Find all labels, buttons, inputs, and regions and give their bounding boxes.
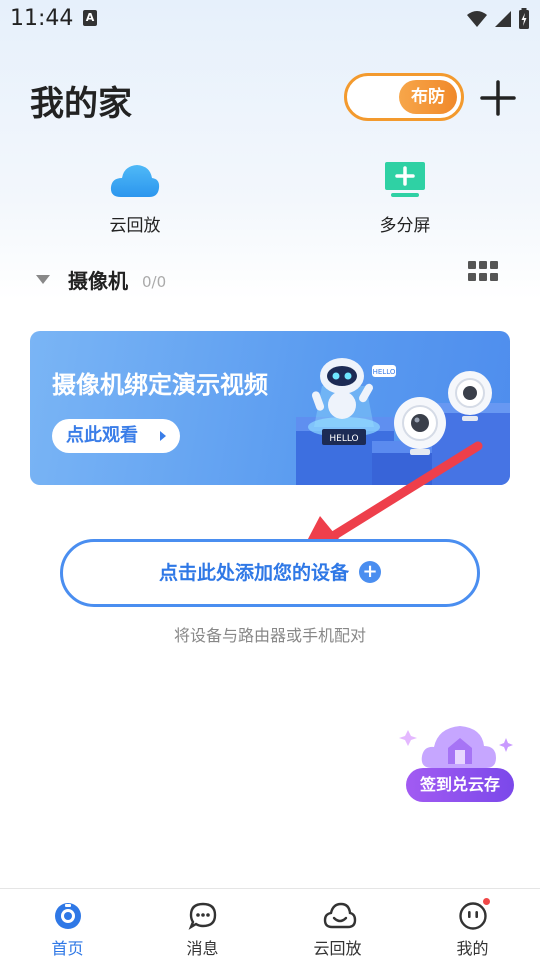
nav-home[interactable]: 首页 xyxy=(0,889,135,960)
page-title: 我的家 xyxy=(30,84,132,124)
arm-toggle[interactable]: 布防 xyxy=(344,73,464,121)
arm-toggle-label: 布防 xyxy=(399,80,457,114)
pairing-hint: 将设备与路由器或手机配对 xyxy=(173,626,366,645)
nav-home-label: 首页 xyxy=(51,939,84,958)
camera-group-title: 摄像机 xyxy=(68,269,128,293)
multi-screen-icon xyxy=(375,155,435,205)
home-icon xyxy=(53,901,83,931)
message-icon xyxy=(188,901,218,931)
watch-now-label: 点此观看 xyxy=(66,425,138,446)
nav-messages-label: 消息 xyxy=(186,939,219,958)
checkin-cloud-badge[interactable]: 签到兑云存 xyxy=(398,712,522,808)
nav-cloud-playback-label: 云回放 xyxy=(313,939,362,958)
battery-icon xyxy=(519,8,529,29)
wifi-icon xyxy=(467,11,487,27)
collapse-triangle-icon xyxy=(36,275,50,284)
status-bar: 11:44 A xyxy=(0,0,540,38)
nav-profile-label: 我的 xyxy=(456,939,489,958)
multi-screen-label: 多分屏 xyxy=(379,216,431,236)
banner-title: 摄像机绑定演示视频 xyxy=(52,371,268,399)
cloud-icon xyxy=(105,155,165,205)
grid-view-icon[interactable] xyxy=(468,261,498,281)
plus-circle-icon: + xyxy=(359,560,381,583)
profile-face-icon xyxy=(458,898,490,931)
cloud-playback-label: 云回放 xyxy=(109,216,161,236)
nav-profile[interactable]: 我的 xyxy=(405,889,540,960)
camera-group-header[interactable]: 摄像机 0/0 xyxy=(36,265,166,294)
status-time: 11:44 xyxy=(10,6,74,31)
add-icon[interactable] xyxy=(478,78,518,118)
system-icons xyxy=(466,8,530,30)
play-arrow-icon xyxy=(160,431,166,441)
bottom-nav: 首页 消息 云回放 我的 xyxy=(0,888,540,960)
nav-messages[interactable]: 消息 xyxy=(135,889,270,960)
signal-icon xyxy=(495,11,511,27)
camera-count: 0/0 xyxy=(142,272,167,291)
notification-a-icon: A xyxy=(83,10,97,26)
checkin-label: 签到兑云存 xyxy=(406,768,514,802)
notification-dot xyxy=(482,898,490,905)
add-device-label: 点击此处添加您的设备 xyxy=(158,562,349,584)
cloud-outline-icon xyxy=(323,901,356,931)
add-device-button[interactable]: 点击此处添加您的设备 + xyxy=(60,539,480,607)
multi-screen-button[interactable]: 多分屏 xyxy=(335,155,475,236)
hello-sign-small: HELLO xyxy=(373,368,396,376)
cloud-playback-button[interactable]: 云回放 xyxy=(65,155,205,236)
watch-now-button[interactable]: 点此观看 xyxy=(52,419,180,453)
nav-cloud-playback[interactable]: 云回放 xyxy=(270,889,405,960)
